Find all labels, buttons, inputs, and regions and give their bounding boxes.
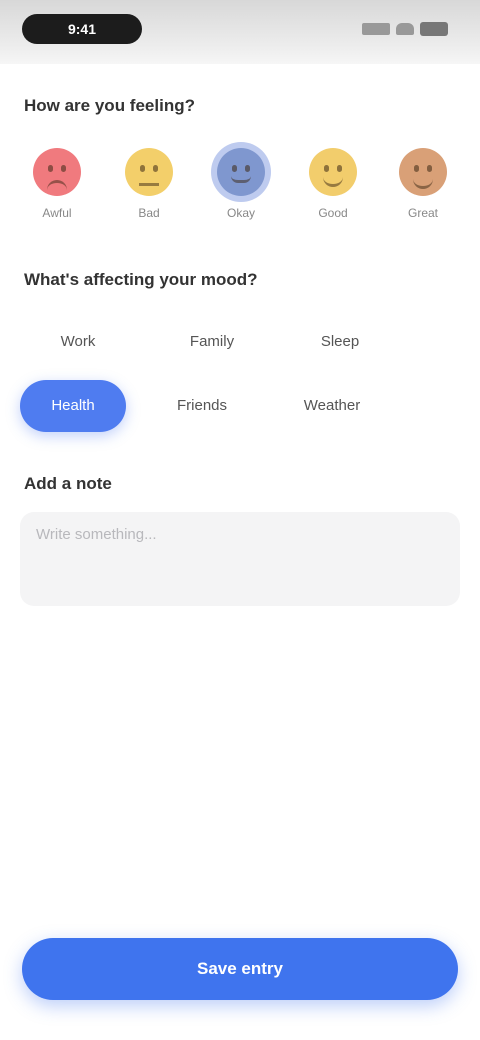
mood-section-title: How are you feeling? bbox=[24, 96, 195, 115]
smile-face-icon bbox=[309, 148, 357, 196]
category-section-title: What's affecting your mood? bbox=[24, 270, 258, 289]
chip-weather[interactable]: Weather bbox=[282, 380, 382, 432]
sad-face-icon bbox=[33, 148, 81, 196]
notes-input[interactable] bbox=[20, 512, 460, 606]
mood-option-okay[interactable]: Okay bbox=[198, 140, 284, 230]
mood-label: Good bbox=[318, 206, 348, 220]
chip-friends[interactable]: Friends bbox=[150, 380, 254, 432]
mood-label: Okay bbox=[226, 206, 255, 220]
chip-family[interactable]: Family bbox=[160, 316, 264, 368]
mood-option-good[interactable]: Good bbox=[290, 140, 376, 230]
happy-face-icon bbox=[399, 148, 447, 196]
chip-work[interactable]: Work bbox=[30, 316, 126, 368]
status-time: 9:41 bbox=[67, 21, 97, 37]
mood-label: Awful bbox=[42, 206, 72, 220]
chip-health[interactable]: Health bbox=[20, 380, 126, 432]
mood-option-awful[interactable]: Awful bbox=[14, 140, 100, 230]
mood-selector: Awful Bad Okay Good Great bbox=[14, 140, 466, 230]
mood-label: Great bbox=[407, 206, 438, 220]
mood-option-great[interactable]: Great bbox=[380, 140, 466, 230]
neutral-face-icon bbox=[217, 148, 265, 196]
mood-label: Bad bbox=[138, 206, 160, 220]
wifi-icon bbox=[396, 23, 414, 35]
chip-sleep[interactable]: Sleep bbox=[292, 316, 388, 368]
notes-section-title: Add a note bbox=[24, 474, 112, 493]
battery-icon bbox=[420, 22, 448, 36]
status-bar: 9:41 bbox=[0, 0, 480, 64]
mood-option-bad[interactable]: Bad bbox=[106, 140, 192, 230]
status-icons bbox=[362, 20, 448, 38]
save-entry-button[interactable]: Save entry bbox=[22, 938, 458, 1000]
signal-icon bbox=[362, 23, 390, 35]
frown-face-icon bbox=[125, 148, 173, 196]
